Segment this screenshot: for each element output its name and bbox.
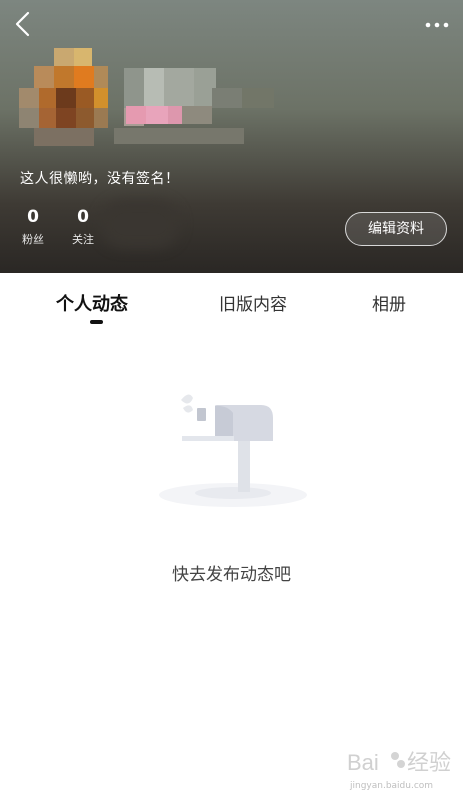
blurred-region: [100, 200, 180, 248]
svg-text:经验: 经验: [407, 750, 451, 775]
mailbox-icon: [157, 378, 309, 508]
following-label: 关注: [72, 233, 94, 246]
empty-state-message: 快去发布动态吧: [172, 565, 291, 585]
followers-stat[interactable]: 0 粉丝: [13, 206, 53, 247]
avatar-pixelated: [14, 48, 279, 158]
watermark-url: jingyan.baidu.com: [350, 781, 434, 791]
following-count: 0: [77, 207, 89, 227]
baidu-jingyan-watermark: Bai 经验: [345, 744, 457, 780]
profile-header: 这人很懒哟，没有签名！ 0 粉丝 0 关注 编辑资料: [0, 0, 463, 273]
user-signature: 这人很懒哟，没有签名！: [20, 171, 180, 187]
back-button[interactable]: [10, 10, 40, 40]
chevron-left-icon: [15, 11, 30, 37]
active-tab-indicator: [90, 320, 103, 324]
followers-label: 粉丝: [22, 233, 44, 246]
more-dots-icon: [425, 22, 449, 28]
profile-tabs: 个人动态 旧版内容 相册: [0, 273, 463, 333]
followers-count: 0: [27, 207, 39, 227]
tab-album[interactable]: 相册: [372, 290, 406, 315]
tab-personal-feed[interactable]: 个人动态: [56, 290, 128, 316]
following-stat[interactable]: 0 关注: [63, 206, 103, 247]
edit-profile-button[interactable]: 编辑资料: [345, 212, 447, 246]
tab-legacy-content[interactable]: 旧版内容: [219, 290, 287, 315]
more-button[interactable]: [423, 16, 453, 34]
svg-text:Bai: Bai: [347, 750, 379, 775]
